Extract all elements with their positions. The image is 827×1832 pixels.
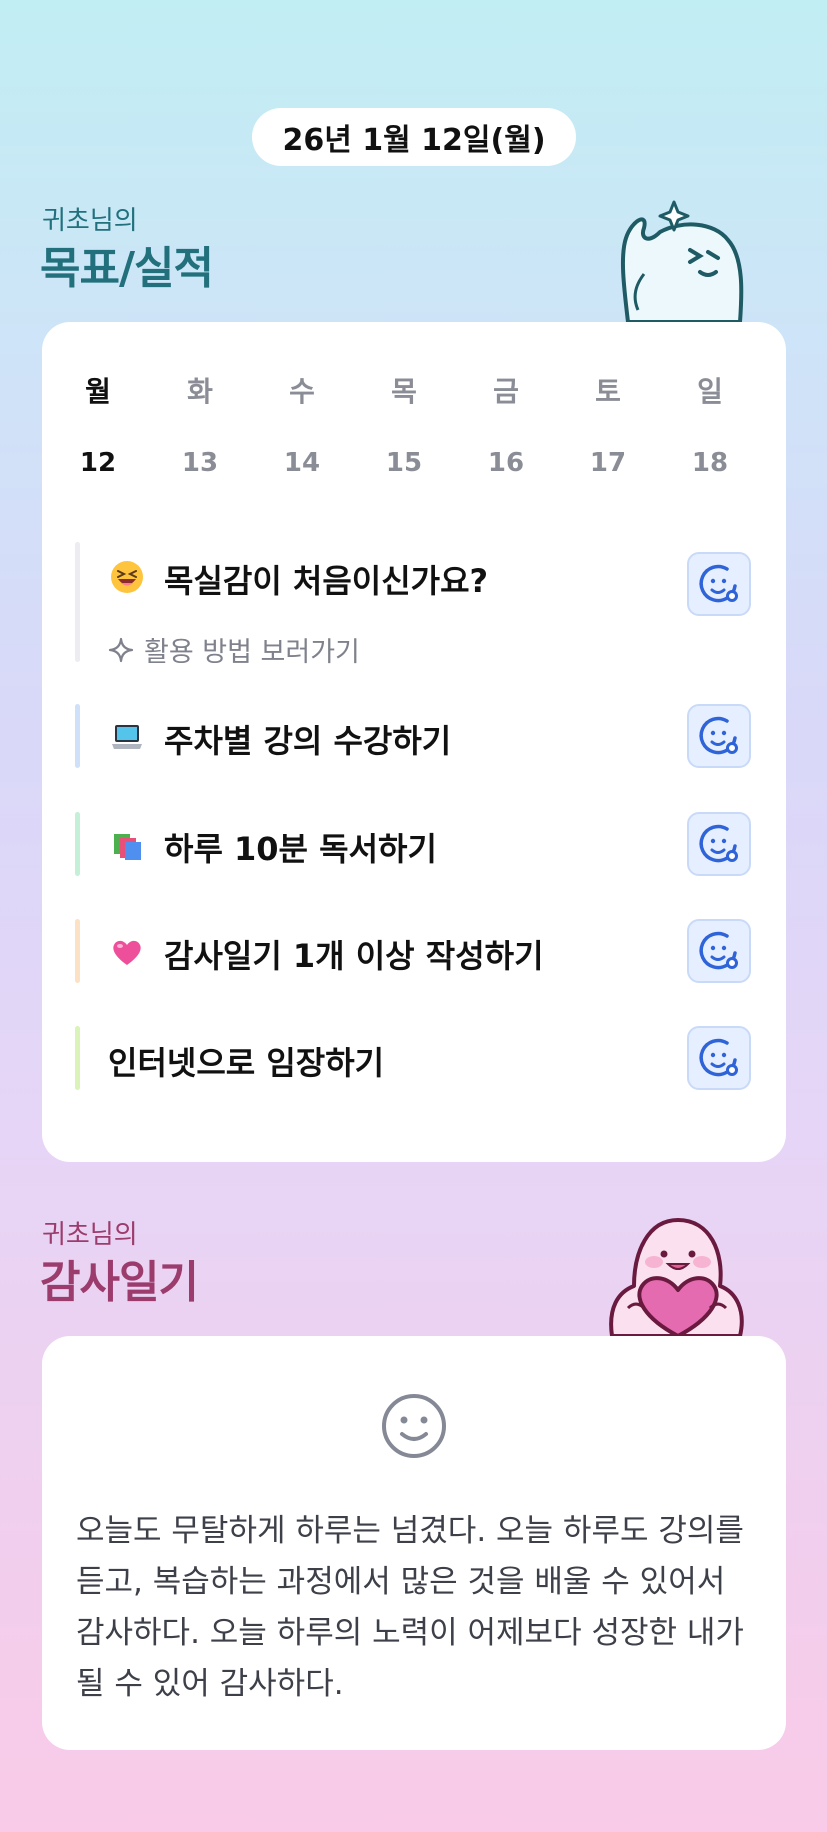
goal-item[interactable]: 목실감이 처음이신가요? 활용 방법 보러가기 xyxy=(42,542,786,668)
smile-status-icon xyxy=(699,1038,738,1077)
laughing-face-icon xyxy=(111,561,143,593)
goal-title: 주차별 강의 수강하기 xyxy=(164,722,452,760)
diary-card[interactable]: 오늘도 무탈하게 하루는 넘겼다. 오늘 하루도 강의를 듣고, 복습하는 과정… xyxy=(42,1336,786,1750)
pink-heart-icon xyxy=(113,940,141,965)
date-row: 12 13 14 15 16 17 18 xyxy=(42,448,786,478)
goal-color-bar xyxy=(75,542,80,662)
sparkle-icon xyxy=(108,637,134,662)
smile-status-icon xyxy=(699,931,738,970)
goal-item[interactable]: 인터넷으로 임장하기 xyxy=(42,1026,786,1090)
weekday-sun[interactable]: 일 xyxy=(659,370,761,410)
weekday-thu[interactable]: 목 xyxy=(353,370,455,410)
date-17[interactable]: 17 xyxy=(557,448,659,478)
smile-status-icon xyxy=(699,716,738,755)
goal-title: 하루 10분 독서하기 xyxy=(164,830,437,868)
goal-item[interactable]: 감사일기 1개 이상 작성하기 xyxy=(42,919,786,983)
diary-text: 오늘도 무탈하게 하루는 넘겼다. 오늘 하루도 강의를 듣고, 복습하는 과정… xyxy=(76,1513,744,1702)
goal-item[interactable]: 주차별 강의 수강하기 xyxy=(42,704,786,768)
date-label: 26년 1월 12일(월) xyxy=(282,123,546,158)
smile-status-icon xyxy=(699,564,738,603)
goal-record-button[interactable] xyxy=(687,704,751,768)
weekday-row: 월 화 수 목 금 토 일 xyxy=(42,370,786,410)
goal-record-button[interactable] xyxy=(687,919,751,983)
goal-color-bar xyxy=(75,1026,80,1090)
smile-status-icon xyxy=(699,824,738,863)
weekday-mon[interactable]: 월 xyxy=(47,370,149,410)
books-icon xyxy=(114,834,141,860)
date-12[interactable]: 12 xyxy=(47,448,149,478)
goal-record-button[interactable] xyxy=(687,812,751,876)
date-14[interactable]: 14 xyxy=(251,448,353,478)
date-18[interactable]: 18 xyxy=(659,448,761,478)
goal-record-button[interactable] xyxy=(687,1026,751,1090)
mascot-wave-illustration xyxy=(620,200,744,324)
smile-face-icon xyxy=(382,1394,446,1458)
weekday-fri[interactable]: 금 xyxy=(455,370,557,410)
weekday-sat[interactable]: 토 xyxy=(557,370,659,410)
date-15[interactable]: 15 xyxy=(353,448,455,478)
goal-item[interactable]: 하루 10분 독서하기 xyxy=(42,812,786,876)
goals-card: 월 화 수 목 금 토 일 12 13 14 15 16 17 18 목실감이 … xyxy=(42,322,786,1162)
goal-color-bar xyxy=(75,704,80,768)
laptop-icon xyxy=(112,725,142,749)
goal-color-bar xyxy=(75,919,80,983)
goal-title: 목실감이 처음이신가요? xyxy=(164,562,489,600)
date-16[interactable]: 16 xyxy=(455,448,557,478)
goals-section-title: 목표/실적 xyxy=(40,243,214,294)
goal-title: 인터넷으로 임장하기 xyxy=(108,1044,385,1082)
weekday-wed[interactable]: 수 xyxy=(251,370,353,410)
diary-section-title: 감사일기 xyxy=(40,1257,199,1308)
date-13[interactable]: 13 xyxy=(149,448,251,478)
mascot-heart-illustration xyxy=(609,1218,744,1338)
goal-color-bar xyxy=(75,812,80,876)
goal-title: 감사일기 1개 이상 작성하기 xyxy=(164,937,544,975)
guide-link[interactable]: 활용 방법 보러가기 xyxy=(108,630,360,669)
weekday-tue[interactable]: 화 xyxy=(149,370,251,410)
goal-record-button[interactable] xyxy=(687,552,751,616)
date-pill[interactable]: 26년 1월 12일(월) xyxy=(252,108,576,166)
guide-link-label: 활용 방법 보러가기 xyxy=(144,637,360,668)
